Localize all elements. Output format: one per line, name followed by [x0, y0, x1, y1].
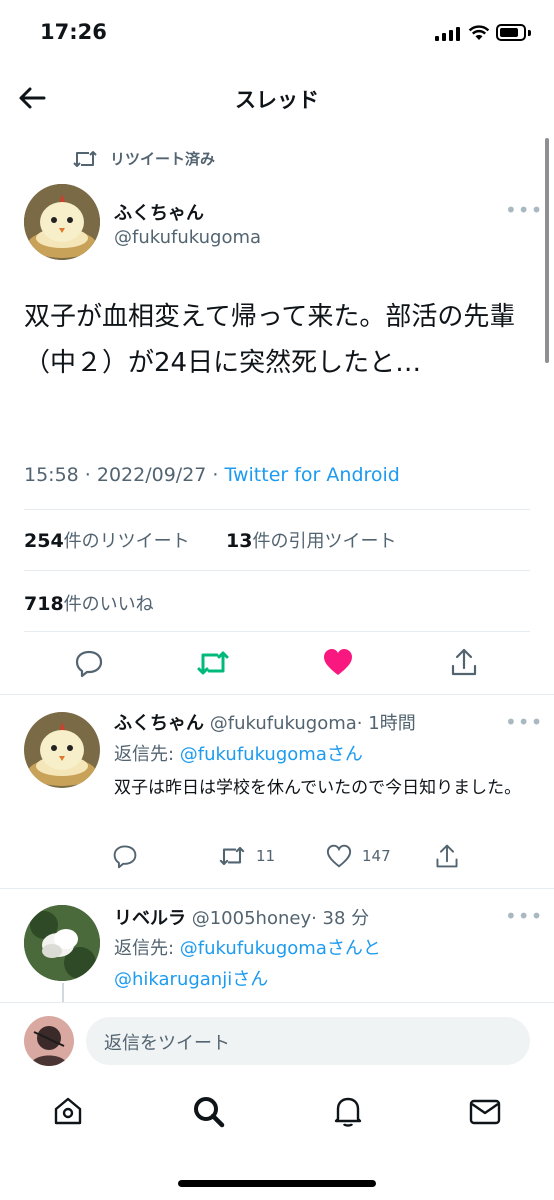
- retweet-notice: リツイート済み: [72, 148, 215, 169]
- reply-to-user-link[interactable]: @fukufukugoma: [180, 744, 327, 765]
- retweet-count[interactable]: 254件のリツイート: [24, 527, 190, 553]
- avatar[interactable]: [24, 712, 100, 788]
- avatar[interactable]: [24, 184, 100, 260]
- share-icon[interactable]: [449, 646, 479, 678]
- reply-header: ふくちゃん @fukufukugoma· 1時間: [114, 709, 416, 735]
- tweet-meta: 15:58 · 2022/09/27 · Twitter for Android: [24, 464, 400, 486]
- home-icon[interactable]: [52, 1095, 84, 1127]
- retweet-icon: [73, 150, 97, 167]
- retweet-icon: [219, 846, 245, 866]
- notifications-bell-icon[interactable]: [332, 1094, 364, 1128]
- more-options-icon[interactable]: •••: [505, 710, 543, 734]
- wifi-icon: [468, 25, 490, 40]
- reply-like-button[interactable]: 147: [326, 844, 391, 868]
- user-avatar-icon: [24, 1016, 74, 1066]
- reply-to-line: 返信先: @fukufukugomaさんと: [114, 938, 381, 959]
- like-heart-icon: [326, 844, 352, 868]
- chick-cake-avatar-icon: [24, 184, 100, 260]
- white-flower-avatar-icon: [24, 905, 100, 981]
- retweet-button-icon[interactable]: [196, 648, 230, 678]
- tweet-timestamp: 15:58 · 2022/09/27 ·: [24, 464, 225, 486]
- reply-to-line: 返信先: @fukufukugomaさん: [114, 744, 363, 765]
- reply-author-handle[interactable]: @1005honey: [192, 908, 311, 929]
- author-name[interactable]: ふくちゃん: [114, 199, 204, 225]
- reply-retweet-button[interactable]: 11: [218, 844, 275, 868]
- home-indicator: [178, 1180, 376, 1187]
- reply-text: 双子は昨日は学校を休んでいたので今日知りました。: [114, 778, 522, 798]
- quote-count[interactable]: 13件の引用ツイート: [226, 527, 396, 553]
- share-icon[interactable]: [434, 842, 460, 870]
- reply-icon[interactable]: [74, 648, 104, 678]
- messages-envelope-icon[interactable]: [469, 1098, 501, 1126]
- search-icon[interactable]: [192, 1095, 226, 1129]
- cellular-signal-icon: [435, 27, 460, 41]
- status-time: 17:26: [40, 20, 107, 44]
- tweet-text: 双子が血相変えて帰って来た。部活の先輩（中２）が24日に突然死したと…: [24, 302, 516, 378]
- reply-time: · 1時間: [356, 713, 416, 734]
- more-options-icon[interactable]: •••: [505, 198, 543, 222]
- reply-header: リベルラ @1005honey· 38 分: [114, 904, 369, 930]
- reply-to-user-link[interactable]: @fukufukugoma: [180, 938, 327, 959]
- battery-icon: [496, 24, 526, 41]
- like-count[interactable]: 718件のいいね: [24, 590, 154, 616]
- my-avatar[interactable]: [24, 1016, 74, 1066]
- reply-time: · 38 分: [311, 908, 370, 929]
- reply-author-name[interactable]: リベルラ: [114, 908, 186, 929]
- reply-icon[interactable]: [112, 843, 138, 869]
- reply-author-name[interactable]: ふくちゃん: [114, 713, 204, 734]
- page-title: スレッド: [235, 88, 319, 112]
- reply-to-line-2: @hikaruganjiさん: [114, 969, 269, 990]
- scrollbar[interactable]: [545, 138, 549, 363]
- reply-author-handle[interactable]: @fukufukugoma: [210, 713, 357, 734]
- like-heart-icon[interactable]: [323, 648, 353, 676]
- chick-cake-avatar-icon: [24, 712, 100, 788]
- reply-compose-input[interactable]: 返信をツイート: [86, 1017, 530, 1065]
- reply-to-user-link[interactable]: @hikaruganji: [114, 969, 232, 990]
- avatar[interactable]: [24, 905, 100, 981]
- more-options-icon[interactable]: •••: [505, 904, 543, 928]
- tweet-source-link[interactable]: Twitter for Android: [225, 464, 400, 486]
- author-handle[interactable]: @fukufukugoma: [114, 227, 261, 248]
